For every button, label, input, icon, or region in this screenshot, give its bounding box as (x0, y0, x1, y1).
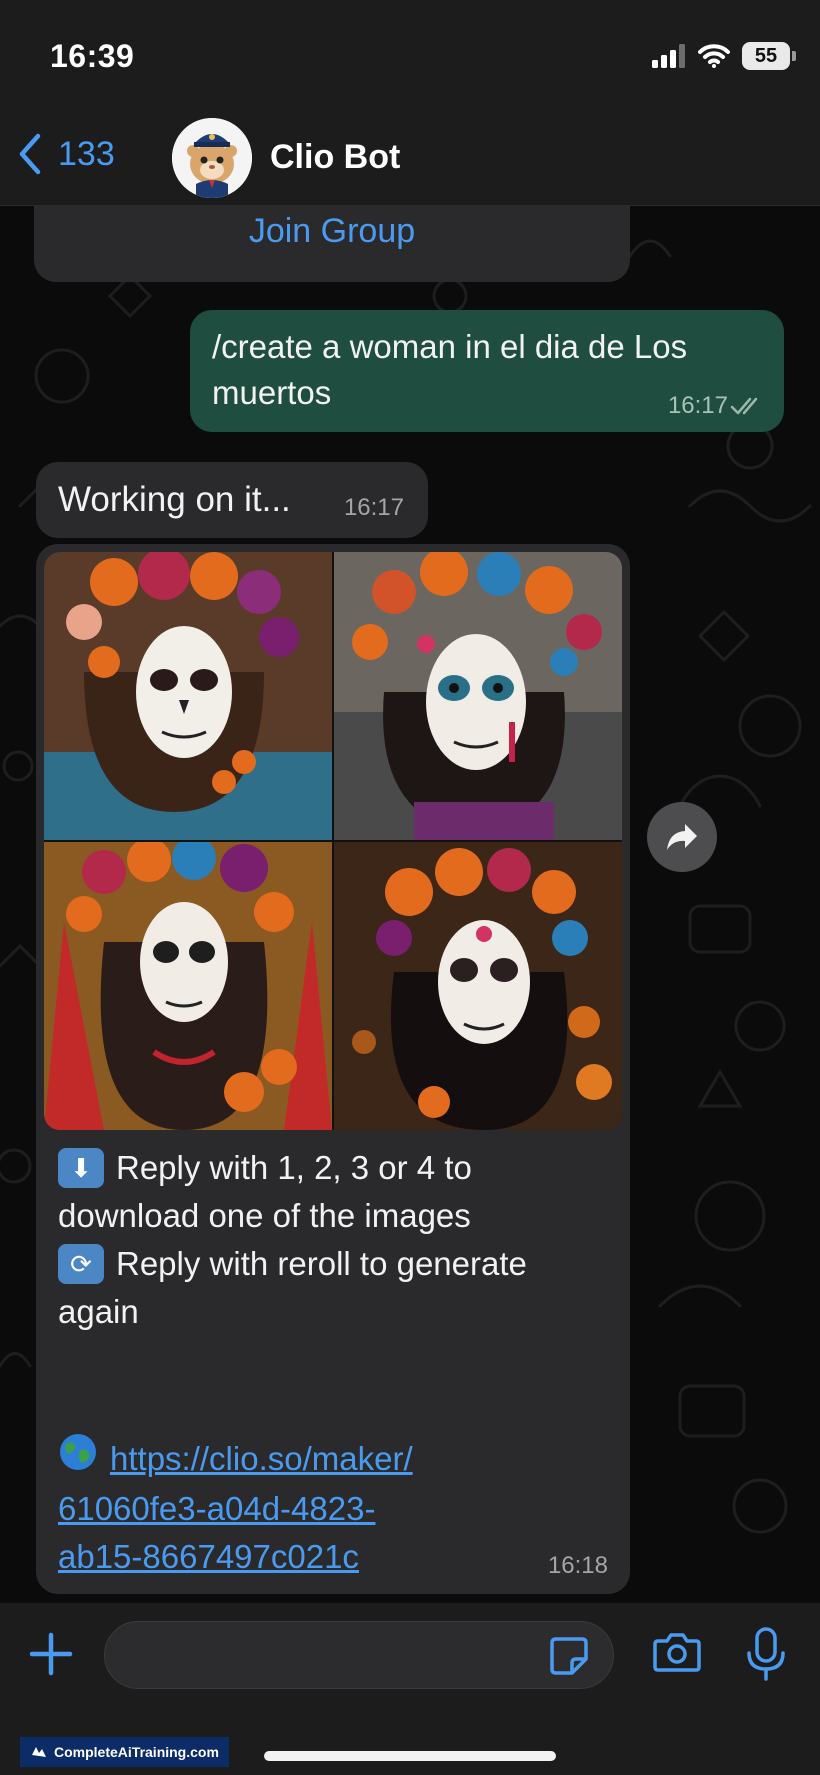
maker-link-line-1[interactable]: https://clio.so/maker/ (110, 1435, 413, 1483)
generated-image-grid[interactable] (44, 552, 622, 1130)
microphone-icon (747, 1627, 785, 1681)
camera-icon (653, 1633, 701, 1672)
wifi-icon (698, 44, 730, 68)
forward-button[interactable] (647, 802, 717, 872)
home-indicator[interactable] (264, 1751, 556, 1761)
generated-image-4[interactable] (334, 842, 622, 1130)
contact-name[interactable]: Clio Bot (270, 138, 400, 177)
forward-arrow-icon (667, 824, 697, 850)
status-time: 16:39 (50, 38, 135, 74)
message-time: 16:17 (343, 494, 404, 521)
image-message[interactable]: ⬇ Reply with 1, 2, 3 or 4 to download on… (36, 544, 630, 1594)
instruction-line-4: again (58, 1293, 139, 1330)
generated-image-1[interactable] (44, 552, 332, 840)
battery-indicator: 55 (742, 42, 796, 70)
maker-link-line-3[interactable]: ab15-8667497c021c (58, 1533, 578, 1581)
avatar[interactable] (172, 118, 252, 198)
message-time: 16:18 (547, 1552, 608, 1579)
logo-icon (32, 1747, 46, 1757)
message-input[interactable] (104, 1621, 614, 1689)
maker-link-line-2[interactable]: 61060fe3-a04d-4823- (58, 1485, 578, 1533)
join-group-link[interactable]: Join Group (34, 212, 630, 251)
incoming-message[interactable]: Working on it... 16:17 (36, 462, 428, 538)
watermark-text: CompleteAiTraining.com (54, 1744, 219, 1760)
voice-record-button[interactable] (744, 1625, 788, 1690)
camera-button[interactable] (652, 1631, 702, 1678)
chat-header: 133 Clio Bot (0, 110, 820, 206)
instruction-line-1: Reply with 1, 2, 3 or 4 to (116, 1149, 472, 1186)
maker-link-block: https://clio.so/maker/ 61060fe3-a04d-482… (58, 1432, 578, 1581)
globe-emoji-icon (58, 1432, 98, 1485)
repeat-emoji-icon: ⟳ (58, 1244, 104, 1284)
chevron-left-icon (19, 133, 41, 175)
chat-area[interactable]: Join Group /create a woman in el dia de … (0, 206, 820, 1603)
generated-image-3[interactable] (44, 842, 332, 1130)
instruction-line-2: download one of the images (58, 1197, 471, 1234)
join-group-message: Join Group (34, 206, 630, 282)
message-text: Working on it... (58, 480, 291, 519)
image-instructions: ⬇ Reply with 1, 2, 3 or 4 to download on… (58, 1144, 618, 1336)
read-receipt-icon (730, 397, 758, 415)
down-arrow-emoji-icon: ⬇ (58, 1148, 104, 1188)
unread-count: 133 (58, 134, 115, 173)
cellular-signal-icon (652, 44, 685, 68)
battery-level: 55 (742, 42, 790, 70)
watermark: CompleteAiTraining.com (20, 1737, 229, 1767)
instruction-line-3: Reply with reroll to generate (116, 1245, 527, 1282)
plus-icon (29, 1632, 73, 1676)
status-bar: 16:39 55 (0, 0, 820, 110)
outgoing-message[interactable]: /create a woman in el dia de Los muertos… (190, 310, 784, 432)
message-time: 16:17 (667, 392, 728, 419)
attach-button[interactable] (28, 1631, 74, 1682)
message-input-bar: CompleteAiTraining.com (0, 1603, 820, 1775)
generated-image-2[interactable] (334, 552, 622, 840)
status-icons: 55 (652, 42, 796, 70)
sticker-icon (550, 1637, 588, 1675)
back-button[interactable]: 133 (16, 132, 115, 176)
sticker-button[interactable] (548, 1635, 590, 1682)
